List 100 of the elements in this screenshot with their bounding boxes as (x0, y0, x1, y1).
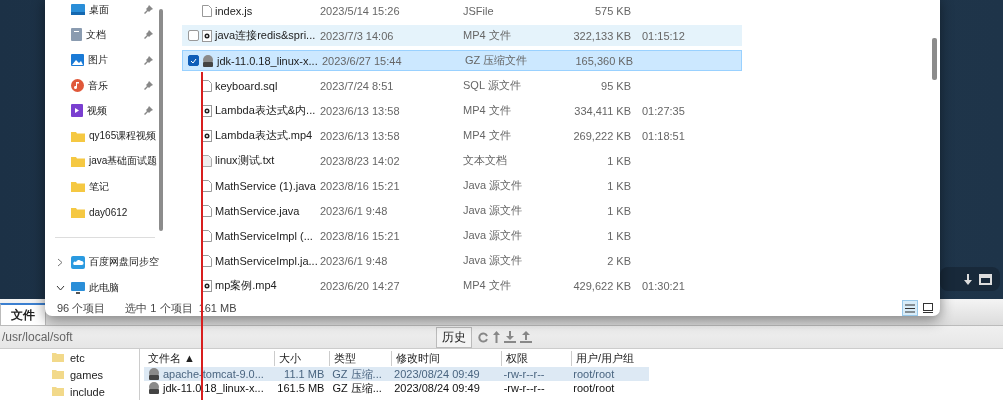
column-header[interactable]: 类型 (329, 350, 391, 366)
sidebar-item[interactable]: 视频 (45, 98, 165, 124)
sidebar-item[interactable]: 桌面 (45, 0, 165, 23)
desktop-icon (71, 4, 85, 16)
file-name: linux测试.txt (215, 153, 276, 168)
folder-icon (52, 353, 64, 362)
table-cell: GZ 压缩... (332, 380, 382, 396)
file-name: keyboard.sql (215, 79, 279, 92)
column-header[interactable]: 权限 (501, 350, 571, 366)
column-header[interactable]: 用户/用户组 (571, 350, 651, 366)
file-name: jdk-11.0.18_linux-x... (217, 54, 319, 67)
file-date: 2023/8/16 15:21 (320, 229, 401, 242)
picture-icon (71, 54, 84, 67)
folder-icon (71, 130, 85, 142)
refresh-icon[interactable] (478, 331, 489, 343)
file-type: JSFile (463, 4, 495, 17)
file-row[interactable]: index.js 2023/5/14 15:26 JSFile 575 KB (182, 0, 742, 21)
folder-name: games (70, 368, 104, 381)
chevron-right-icon[interactable] (57, 257, 63, 267)
file-name: Lambda表达式&内... (215, 103, 317, 118)
video-icon (71, 104, 83, 118)
file-size: 1 KB (606, 229, 631, 242)
table-cell: 2023/08/24 09:49 (394, 382, 480, 394)
file-size: 1 KB (606, 154, 631, 167)
file-size: 575 KB (593, 4, 631, 17)
table-cell: 2023/08/24 09:49 (394, 368, 480, 380)
file-name: MathService (1).java (215, 179, 317, 192)
sidebar-item[interactable]: java基础面试题 (45, 148, 165, 175)
archive-file-icon (148, 368, 160, 380)
table-cell: root/root (573, 368, 615, 380)
file-size: 322,133 KB (572, 29, 631, 42)
monitor-icon (71, 281, 85, 294)
upload-icon[interactable] (520, 331, 532, 343)
file-size: 334,411 KB (573, 104, 631, 117)
document-icon (71, 28, 82, 42)
column-header[interactable]: 文件名 ▲ (144, 350, 274, 366)
sidebar-item[interactable]: 此电脑 (45, 274, 165, 301)
file-date: 2023/8/23 14:02 (320, 154, 401, 167)
file-type: SQL 源文件 (463, 78, 522, 93)
folder-icon (71, 181, 85, 193)
sidebar-item[interactable]: 百度网盘同步空 (45, 249, 165, 275)
file-type: Java 源文件 (463, 178, 524, 193)
sidebar-item[interactable]: 文档 (45, 22, 165, 48)
file-size: 269,222 KB (572, 129, 631, 142)
archive-file-icon (202, 54, 214, 67)
folder-name: include (70, 385, 105, 398)
file-row[interactable]: java连接redis&spri... 2023/7/3 14:06 MP4 文件 322,133 KB 01:15:12 (182, 25, 742, 46)
checkmark-icon (190, 57, 197, 64)
chevron-down-icon[interactable] (55, 284, 65, 291)
file-date: 2023/8/16 15:21 (320, 179, 401, 192)
checkbox[interactable] (188, 30, 199, 41)
tree-item[interactable]: games (52, 366, 139, 383)
file-type: 文本文档 (463, 153, 508, 168)
scrollbar-thumb[interactable] (159, 9, 163, 231)
column-header[interactable]: 大小 (274, 350, 329, 366)
file-date: 2023/6/27 15:44 (322, 54, 403, 67)
file-name: MathService.java (215, 204, 301, 217)
file-type: Java 源文件 (463, 253, 524, 268)
path-field[interactable]: /usr/local/soft (0, 330, 436, 344)
sidebar-item[interactable]: qy165课程视频 (45, 123, 165, 149)
sidebar-item[interactable]: 笔记 (45, 174, 165, 200)
file-size: 429,622 KB (572, 279, 631, 292)
table-cell: -rw-r--r-- (503, 382, 545, 394)
file-name: java连接redis&spri... (215, 28, 317, 43)
file-duration: 01:30:21 (642, 279, 685, 292)
checkbox[interactable] (188, 55, 199, 66)
tree-item[interactable]: include (52, 383, 139, 400)
file-date: 2023/7/3 14:06 (320, 29, 395, 42)
file-size: 1 KB (606, 204, 631, 217)
file-name: index.js (215, 4, 254, 17)
file-date: 2023/6/1 9:48 (320, 204, 389, 217)
file-name: mp案例.mp4 (215, 278, 278, 293)
download-icon[interactable] (963, 273, 973, 285)
file-type: Java 源文件 (463, 203, 524, 218)
file-name: MathServiceImpl.ja... (215, 254, 319, 267)
window-icon[interactable] (979, 273, 992, 285)
sidebar-item[interactable]: 音乐 (45, 72, 165, 99)
column-header[interactable]: 修改时间 (391, 350, 501, 366)
up-arrow-icon[interactable] (493, 331, 500, 343)
file-type: MP4 文件 (463, 128, 512, 143)
folder-icon (71, 206, 85, 218)
sidebar-item[interactable]: day0612 (45, 199, 165, 225)
tab[interactable]: 文件 (0, 303, 46, 325)
file-date: 2023/6/20 14:27 (320, 279, 401, 292)
details-view-button[interactable] (902, 300, 918, 316)
tiles-view-button[interactable] (920, 300, 936, 316)
file-row[interactable]: jdk-11.0.18_linux-x... 2023/6/27 15:44 GZ 压缩文件 165,360 KB (182, 50, 742, 71)
file-type: MP4 文件 (463, 103, 512, 118)
file-duration: 01:15:12 (642, 29, 685, 42)
file-name: Lambda表达式.mp4 (215, 128, 314, 143)
sidebar-item[interactable]: 图片 (45, 47, 165, 73)
tree-item[interactable]: etc (52, 349, 139, 366)
history-button[interactable]: 历史 (436, 326, 472, 348)
archive-file-icon (148, 382, 160, 394)
table-cell: root/root (573, 382, 615, 394)
scrollbar-thumb[interactable] (932, 38, 937, 80)
file-icon (202, 4, 212, 17)
file-size: 165,360 KB (574, 54, 633, 67)
file-name: MathServiceImpl (... (215, 229, 314, 242)
music-icon (71, 79, 84, 93)
